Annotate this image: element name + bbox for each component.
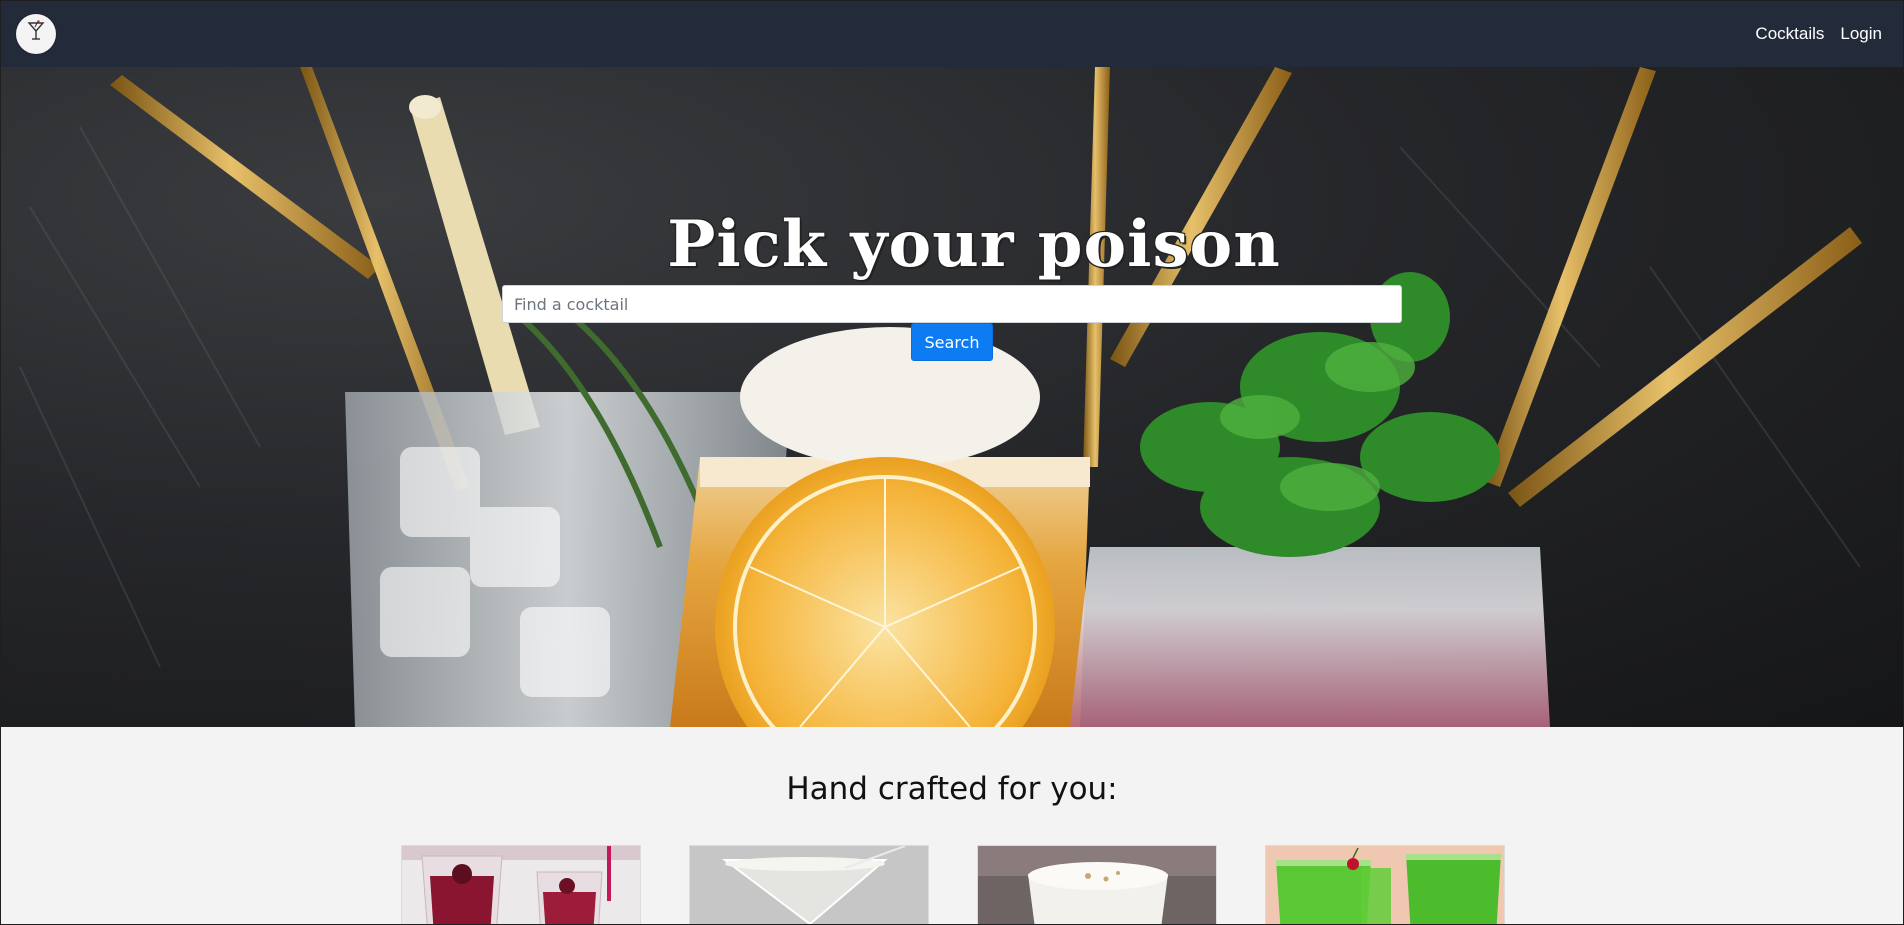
green-cocktail-image	[1266, 846, 1504, 925]
red-berry-shots-image	[402, 846, 640, 925]
nav-link-cocktails[interactable]: Cocktails	[1755, 24, 1824, 44]
featured-section: Hand crafted for you:	[0, 727, 1904, 925]
martini-glass-image	[690, 846, 928, 925]
brand-logo-link[interactable]	[16, 13, 56, 54]
cocktail-card[interactable]	[401, 845, 641, 925]
cocktail-card[interactable]	[977, 845, 1217, 925]
cocktail-glass-icon	[26, 20, 46, 47]
cocktail-card-list	[401, 845, 1505, 925]
hero-title: Pick your poison	[667, 207, 1281, 282]
white-sour-cocktail-image	[978, 846, 1216, 925]
top-navbar: Cocktails Login	[0, 0, 1904, 67]
featured-heading: Hand crafted for you:	[786, 771, 1118, 807]
search-button[interactable]: Search	[910, 323, 994, 361]
cocktail-card[interactable]	[689, 845, 929, 925]
cocktail-card[interactable]	[1265, 845, 1505, 925]
hero-cocktails-image	[19, 67, 1862, 727]
hero-section: Pick your poison Search	[0, 67, 1904, 727]
nav-links: Cocktails Login	[1755, 24, 1888, 44]
search-input[interactable]	[502, 285, 1402, 323]
hero-content: Pick your poison Search	[0, 207, 1904, 361]
nav-link-login[interactable]: Login	[1840, 24, 1882, 44]
